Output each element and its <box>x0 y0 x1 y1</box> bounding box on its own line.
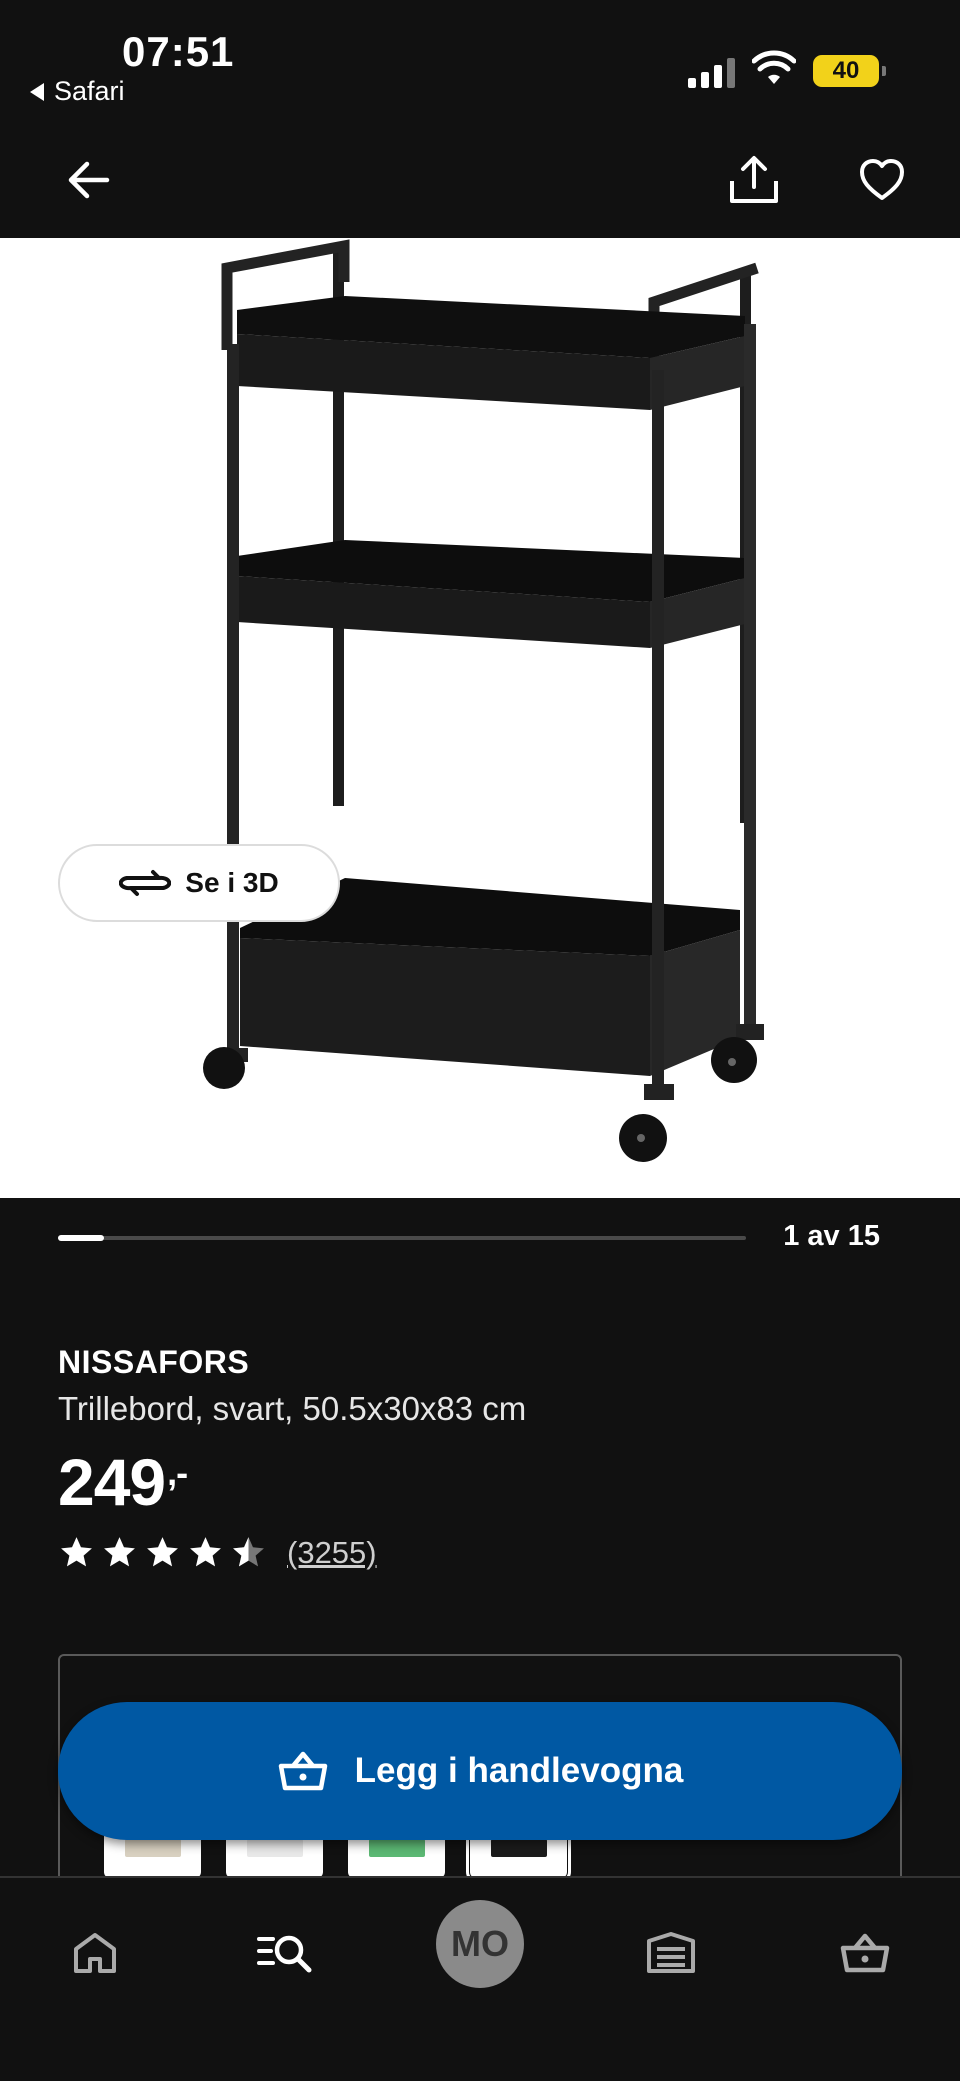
arrow-left-icon <box>68 161 110 199</box>
share-icon <box>730 156 778 203</box>
avatar[interactable]: MO <box>436 1900 524 1988</box>
price-suffix: ,- <box>167 1452 188 1493</box>
bottom-tab-bar: MO <box>0 1876 960 2081</box>
product-description: Trillebord, svart, 50.5x30x83 cm <box>58 1390 527 1427</box>
store-icon <box>647 1932 695 1973</box>
gallery-pager: 1 av 15 <box>0 1198 960 1278</box>
swatch-thumb <box>246 1839 303 1857</box>
pager-progress <box>58 1235 104 1241</box>
swatch-thumb <box>368 1839 425 1857</box>
cellular-signal-icon <box>688 56 735 88</box>
rotate-3d-icon <box>119 870 172 896</box>
product-image[interactable]: Se i 3D <box>0 238 960 1198</box>
back-to-safari[interactable]: Safari <box>30 76 125 107</box>
review-count-link[interactable]: (3255) <box>287 1535 377 1571</box>
clock: 07:51 <box>122 28 235 75</box>
back-triangle-icon <box>30 82 44 101</box>
basket-icon <box>278 1751 327 1791</box>
wifi-icon <box>752 50 796 84</box>
star-icon <box>190 1537 221 1567</box>
back-button[interactable] <box>58 150 118 210</box>
star-icon <box>104 1537 135 1567</box>
view-3d-label: Se i 3D <box>185 867 279 898</box>
tab-cart[interactable] <box>830 1918 900 1988</box>
add-to-cart-button[interactable]: Legg i handlevogna <box>58 1702 902 1840</box>
top-nav <box>0 120 960 238</box>
product-name: NISSAFORS <box>58 1344 250 1380</box>
product-rating[interactable]: (3255) <box>58 1534 377 1571</box>
price-value: 249 <box>58 1445 166 1519</box>
home-icon <box>74 1933 116 1973</box>
battery-level: 40 <box>832 57 860 84</box>
search-list-icon <box>257 1935 312 1973</box>
add-to-cart-label: Legg i handlevogna <box>354 1751 684 1790</box>
swatch-thumb <box>490 1839 547 1857</box>
view-3d-button[interactable]: Se i 3D <box>58 844 340 922</box>
trolley-illustration <box>203 239 764 1162</box>
tab-search[interactable] <box>250 1918 320 1988</box>
half-star-icon <box>233 1537 264 1567</box>
basket-icon <box>840 1933 890 1973</box>
back-app-label: Safari <box>54 76 125 106</box>
swatch-thumb <box>124 1839 181 1857</box>
tab-stores[interactable] <box>636 1918 706 1988</box>
battery-icon: 40 <box>813 55 886 87</box>
share-button[interactable] <box>724 150 784 210</box>
heart-icon <box>860 159 904 200</box>
status-bar: 07:51 Safari 40 <box>0 0 960 120</box>
pager-track[interactable] <box>58 1235 746 1241</box>
star-icon <box>147 1537 178 1567</box>
product-price: 249,- <box>58 1444 188 1520</box>
favorite-button[interactable] <box>852 150 912 210</box>
star-icon <box>61 1537 92 1567</box>
pager-counter: 1 av 15 <box>783 1220 880 1252</box>
tab-home[interactable] <box>60 1918 130 1988</box>
